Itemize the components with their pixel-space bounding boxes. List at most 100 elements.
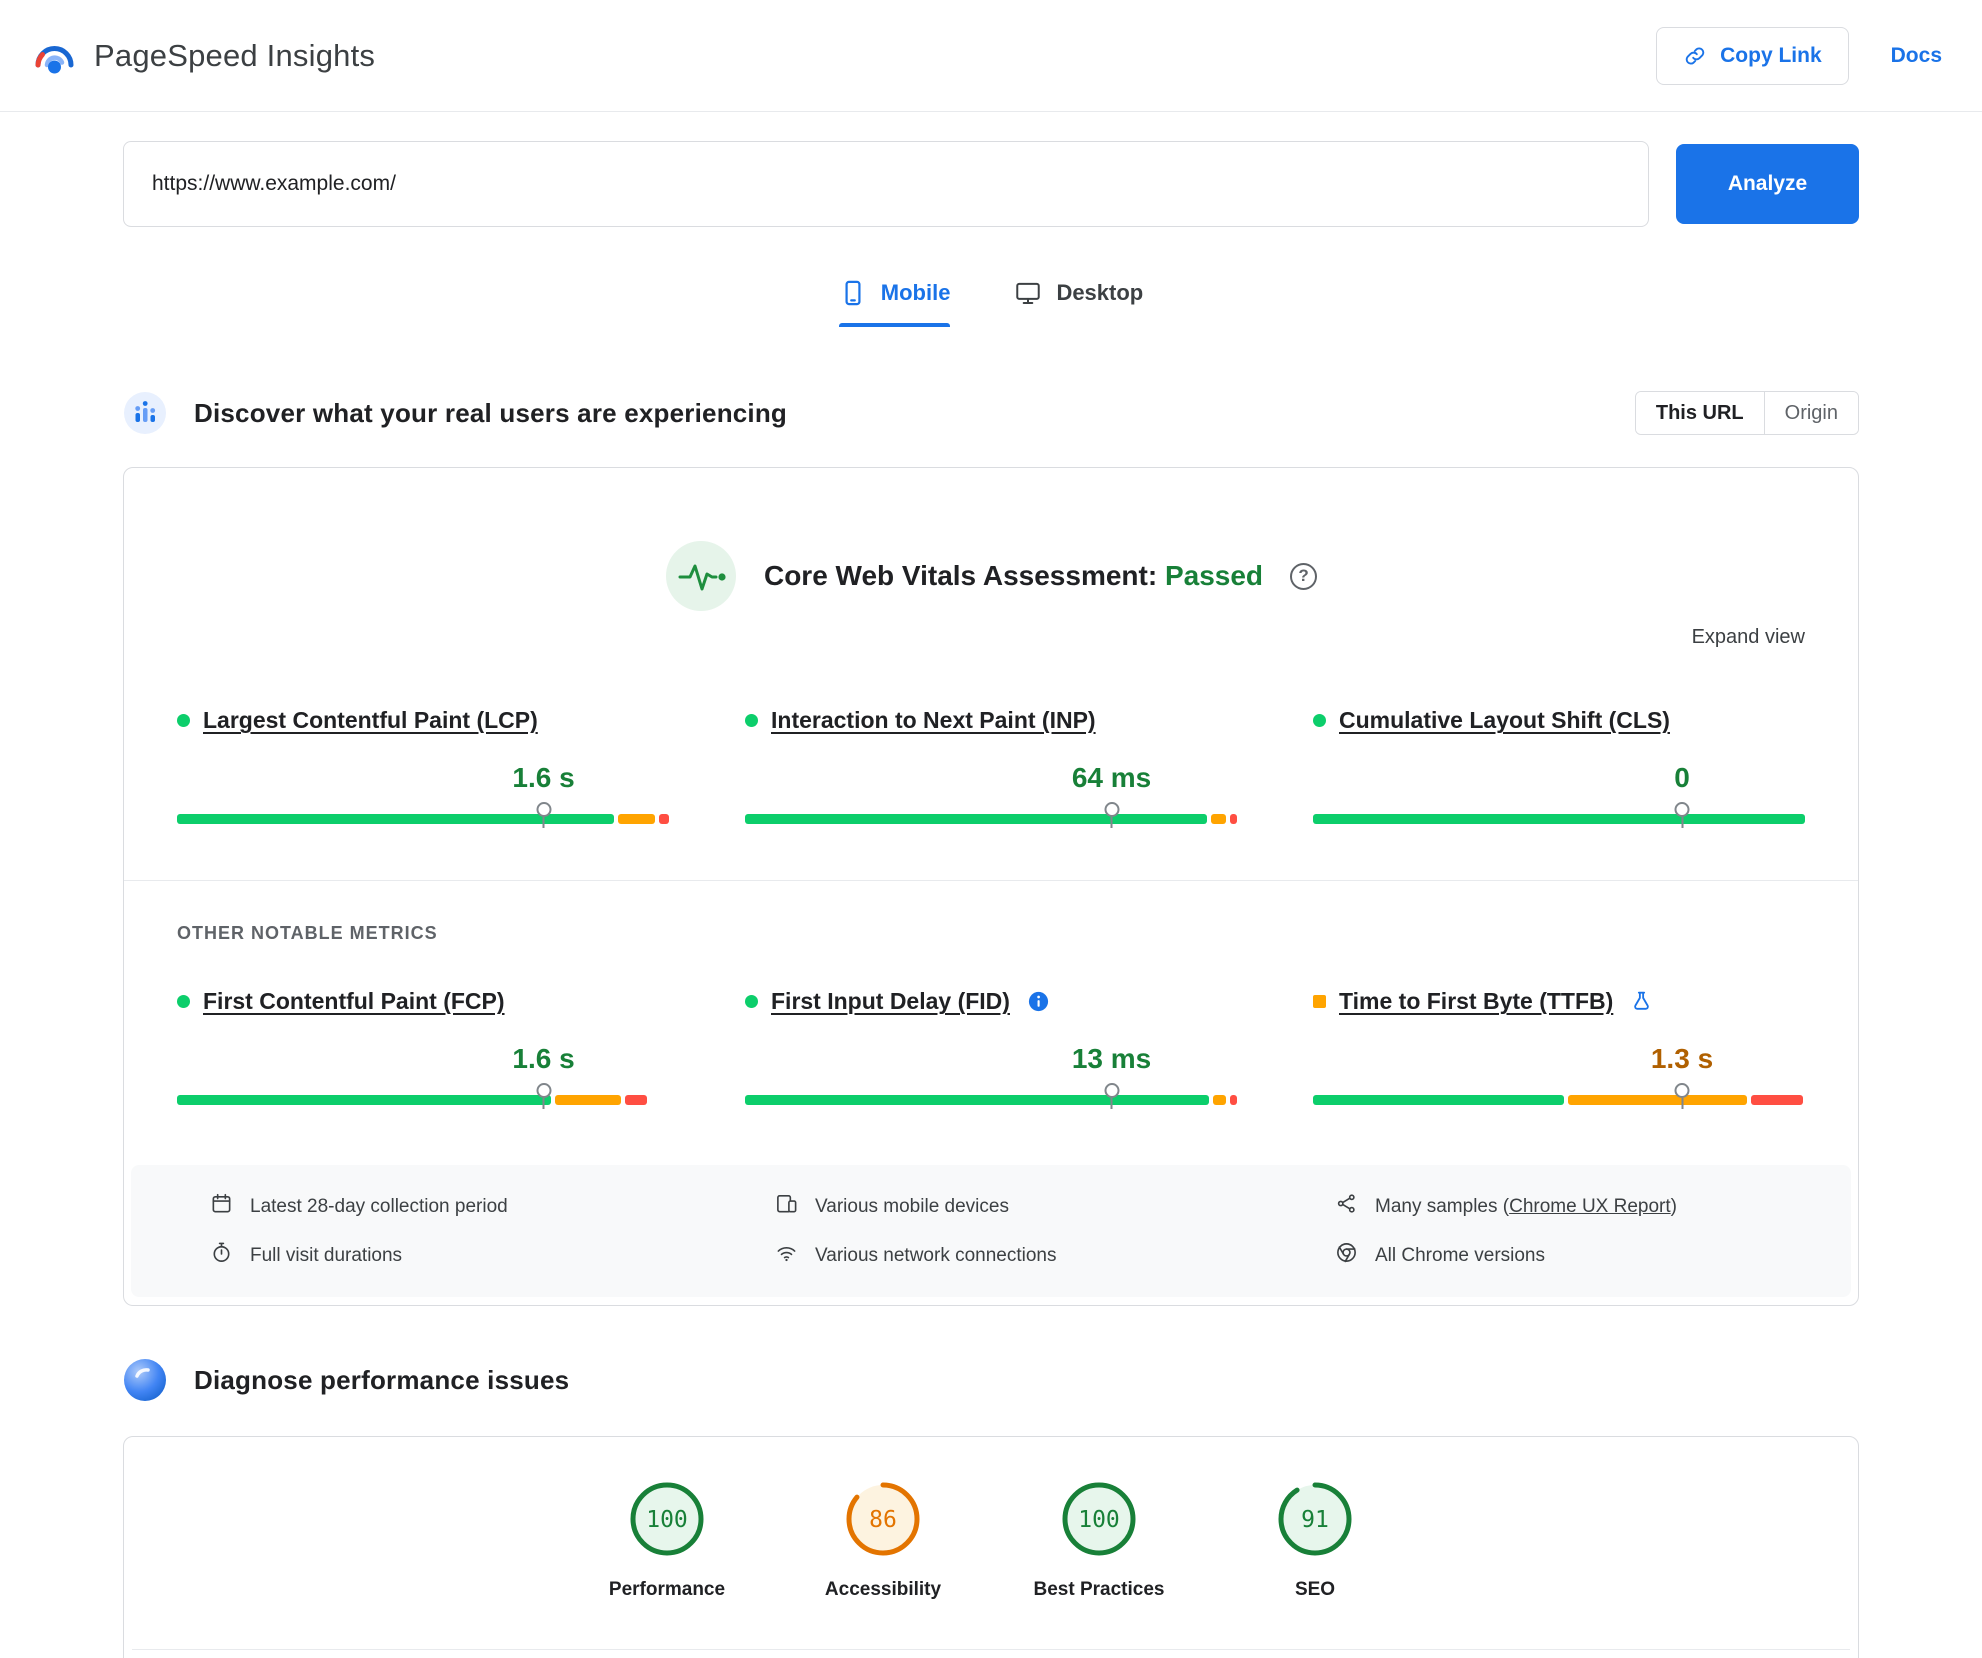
score-gauge-accessibility[interactable]: 86 Accessibility (808, 1479, 958, 1601)
lab-data-card: 100 Performance 86 Accessibility 100 Best Pra… (123, 1436, 1859, 1658)
metric-bar-ttfb (1313, 1095, 1805, 1105)
pagespeed-logo-icon (35, 45, 74, 73)
info-column: Latest 28-day collection period Full visi… (210, 1192, 775, 1270)
good-bullet-icon (1313, 714, 1326, 727)
metric-value-ttfb: 1.3 s (1650, 1043, 1714, 1074)
tab-desktop-label: Desktop (1056, 280, 1144, 305)
score-gauge-performance[interactable]: 100 Performance (592, 1479, 742, 1601)
field-data-card: Core Web Vitals Assessment: Passed Expan… (123, 467, 1859, 1306)
metric-lcp: Largest Contentful Paint (LCP) 1.6 s (177, 707, 669, 824)
svg-text:91: 91 (1301, 1507, 1329, 1533)
metric-title-inp: Interaction to Next Paint (INP) (745, 707, 1237, 734)
collection-info-text: All Chrome versions (1375, 1244, 1545, 1266)
metric-distribution-fcp: 1.6 s (177, 1043, 669, 1105)
analyze-button[interactable]: Analyze (1676, 144, 1859, 224)
good-bullet-icon (177, 714, 190, 727)
lab-data-icon (124, 1359, 166, 1401)
metric-link-lcp[interactable]: Largest Contentful Paint (LCP) (203, 707, 538, 734)
app-logo[interactable]: PageSpeed Insights (30, 32, 375, 80)
tab-mobile[interactable]: Mobile (838, 279, 951, 327)
field-data-section-header: Discover what your real users are experi… (123, 391, 1859, 435)
metric-link-inp[interactable]: Interaction to Next Paint (INP) (771, 707, 1096, 734)
category-score-gauges: 100 Performance 86 Accessibility 100 Best Pra… (124, 1479, 1858, 1601)
metric-distribution-ttfb: 1.3 s (1313, 1043, 1805, 1105)
collection-info-item: Many samples (Chrome UX Report) (1335, 1192, 1831, 1221)
metric-title-ttfb: Time to First Byte (TTFB) (1313, 988, 1805, 1015)
url-bar: Analyze (123, 141, 1859, 227)
scope-toggle: This URL Origin (1634, 391, 1859, 435)
collection-info-text: Various mobile devices (815, 1195, 1009, 1217)
collection-info-item: All Chrome versions (1335, 1241, 1831, 1270)
core-web-vitals-metrics: Largest Contentful Paint (LCP) 1.6 s Inter… (177, 707, 1805, 824)
good-bullet-icon (745, 714, 758, 727)
svg-text:100: 100 (1078, 1507, 1120, 1533)
score-gauge-best-practices[interactable]: 100 Best Practices (1024, 1479, 1174, 1601)
field-data-section-title: Discover what your real users are experi… (194, 397, 788, 428)
metric-title-fcp: First Contentful Paint (FCP) (177, 988, 669, 1015)
link-icon (1685, 46, 1705, 65)
info-column: Various mobile devices Various network co… (775, 1192, 1335, 1270)
score-gauge-seo[interactable]: 91 SEO (1240, 1479, 1390, 1601)
lab-data-section-title: Diagnose performance issues (194, 1364, 570, 1395)
copy-link-button[interactable]: Copy Link (1656, 26, 1849, 85)
metric-bar-fcp (177, 1095, 669, 1105)
app-header: PageSpeed Insights Copy Link Docs (0, 0, 1982, 112)
metric-value-cls: 0 (1674, 762, 1690, 793)
cwv-status: Passed (1164, 560, 1264, 591)
calendar-icon (210, 1192, 233, 1221)
metric-link-fcp[interactable]: First Contentful Paint (FCP) (203, 988, 505, 1015)
info-column: Many samples (Chrome UX Report) All Chrom… (1335, 1192, 1831, 1270)
docs-link[interactable]: Docs (1891, 44, 1942, 68)
metric-bar-inp (745, 814, 1237, 824)
tab-mobile-label: Mobile (880, 280, 951, 305)
info-icon[interactable] (1027, 990, 1050, 1013)
ni-bullet-icon (1313, 995, 1326, 1008)
metric-bar-lcp (177, 814, 669, 824)
mobile-phone-icon (845, 280, 861, 306)
metric-distribution-cls: 0 (1313, 762, 1805, 824)
copy-link-label: Copy Link (1720, 43, 1822, 67)
metric-value-fcp: 1.6 s (512, 1043, 575, 1074)
score-ring-accessibility: 86 (846, 1482, 920, 1556)
metric-fcp: First Contentful Paint (FCP) 1.6 s (177, 988, 669, 1105)
this-url-toggle[interactable]: This URL (1635, 392, 1765, 434)
chrome-ux-report-link[interactable]: Chrome UX Report (1509, 1196, 1671, 1217)
collection-info-item: Full visit durations (210, 1241, 775, 1270)
metric-bar-cls (1313, 814, 1805, 824)
score-label-seo: SEO (1294, 1579, 1336, 1600)
collection-info-text: Many samples (Chrome UX Report) (1375, 1195, 1677, 1217)
flask-icon (1630, 990, 1653, 1013)
metric-title-cls: Cumulative Layout Shift (CLS) (1313, 707, 1805, 734)
network-icon (775, 1241, 798, 1270)
metric-link-ttfb[interactable]: Time to First Byte (TTFB) (1339, 988, 1613, 1015)
collection-info-text: Full visit durations (250, 1244, 403, 1266)
metric-value-lcp: 1.6 s (512, 762, 575, 793)
collection-info-item: Various mobile devices (775, 1192, 1335, 1221)
main-content: Analyze Mobile Desktop (123, 141, 1859, 1658)
expand-view-link[interactable]: Expand view (177, 626, 1805, 649)
device-tabs: Mobile Desktop (123, 279, 1859, 327)
svg-text:86: 86 (869, 1507, 897, 1533)
help-icon[interactable] (1290, 562, 1318, 590)
metric-distribution-inp: 64 ms (745, 762, 1237, 824)
score-ring-performance: 100 (630, 1482, 704, 1556)
url-input[interactable] (123, 141, 1649, 227)
tab-desktop[interactable]: Desktop (1014, 279, 1143, 327)
metric-link-fid[interactable]: First Input Delay (FID) (771, 988, 1010, 1015)
app-title: PageSpeed Insights (94, 37, 376, 73)
metric-link-cls[interactable]: Cumulative Layout Shift (CLS) (1339, 707, 1670, 734)
metric-bar-fid (745, 1095, 1237, 1105)
metric-distribution-lcp: 1.6 s (177, 762, 669, 824)
lab-card-divider (132, 1649, 1850, 1650)
metric-title-fid: First Input Delay (FID) (745, 988, 1237, 1015)
metric-ttfb: Time to First Byte (TTFB) 1.3 s (1313, 988, 1805, 1105)
metric-distribution-fid: 13 ms (745, 1043, 1237, 1105)
chrome-icon (1335, 1241, 1358, 1270)
origin-toggle[interactable]: Origin (1764, 392, 1858, 434)
score-label-performance: Performance (608, 1579, 726, 1600)
good-bullet-icon (177, 995, 190, 1008)
devices-icon (775, 1192, 798, 1221)
score-ring-seo: 91 (1278, 1482, 1352, 1556)
svg-text:100: 100 (646, 1507, 688, 1533)
samples-icon (1335, 1192, 1358, 1221)
